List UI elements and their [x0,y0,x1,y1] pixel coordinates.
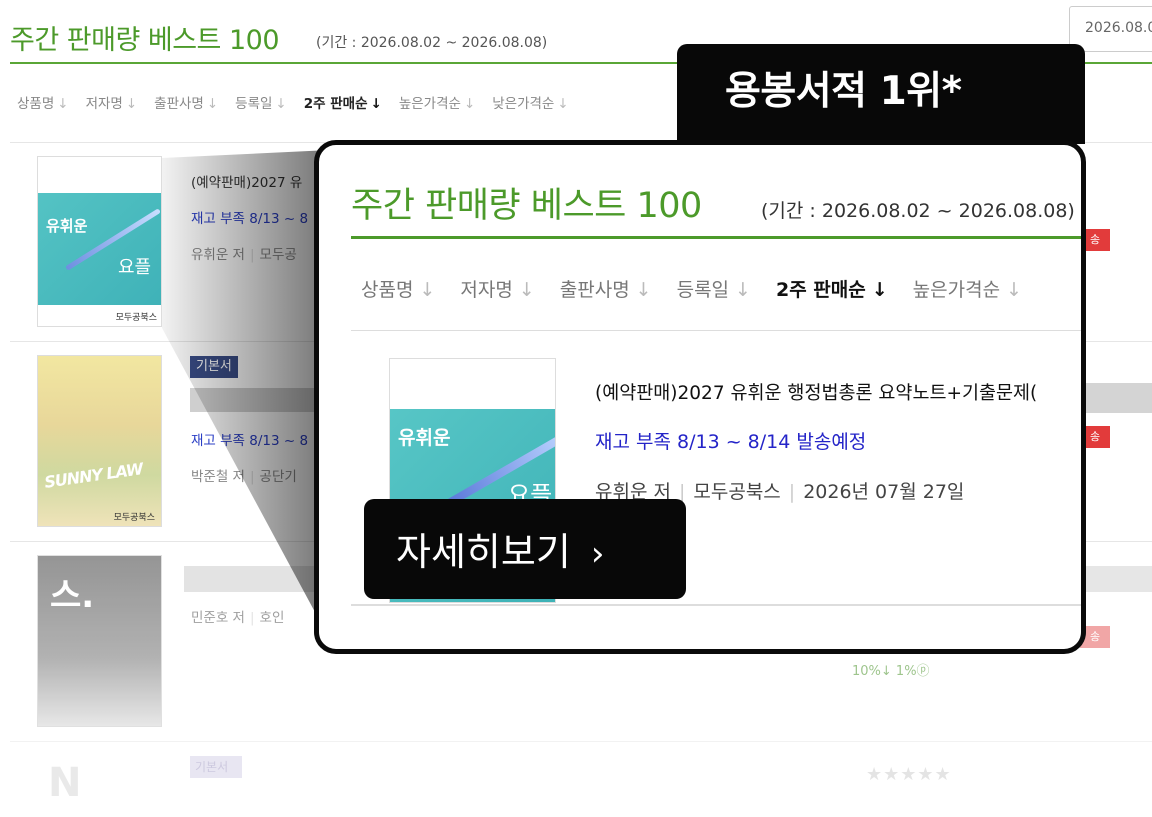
sort-option-publisher[interactable]: 출판사명 ↓ [560,275,652,302]
blurred-title [184,566,324,592]
zoom-divider [351,236,1081,239]
sort-option-title[interactable]: 상품명 ↓ [17,92,69,112]
book-title-1[interactable]: (예약판매)2027 유 [191,171,302,191]
sort-option-author[interactable]: 저자명 ↓ [460,275,534,302]
book-cover-2[interactable]: SUNNY LAW 모두공북스 [37,355,162,527]
sort-option-date[interactable]: 등록일 ↓ [677,275,751,302]
sort-option-publisher[interactable]: 출판사명 ↓ [154,92,218,112]
zoom-stock-status: 재고 부족 8/13 ~ 8/14 발송예정 [595,431,867,453]
sort-option-title[interactable]: 상품명 ↓ [361,275,435,302]
discount-text: 10%↓ 1%ⓟ [852,664,930,679]
zoom-title: 주간 판매량 베스트 100 [351,186,702,226]
sort-option-date[interactable]: 등록일 ↓ [235,92,287,112]
detail-view-button[interactable]: 자세히보기 › [364,499,686,599]
sort-option-two-week-sales[interactable]: 2주 판매순 ↓ [304,92,382,112]
chevron-right-icon: › [590,534,605,574]
rating-stars: ★★★★★ [866,764,952,785]
sort-option-low-price[interactable]: 낮은가격순 ↓ [492,92,568,112]
row-divider [351,330,1081,331]
book-cover-3[interactable]: 스. [37,555,162,727]
category-tag: 기본서 [190,356,238,378]
sort-option-author[interactable]: 저자명 ↓ [86,92,138,112]
category-tag: 기본서 [190,756,242,778]
zoom-sort-bar: 상품명 ↓ 저자명 ↓ 출판사명 ↓ 등록일 ↓ 2주 판매순 ↓ 높은가격순 ↓ [361,275,1022,302]
book-meta-3: 민준호 저 | 호인 [191,610,285,626]
sort-option-high-price[interactable]: 높은가격순 ↓ [913,275,1022,302]
sort-option-two-week-sales[interactable]: 2주 판매순 ↓ [776,275,888,302]
blurred-bar [1086,383,1152,413]
row-divider [351,604,1081,606]
stock-status-1: 재고 부족 8/13 ~ 8 [191,211,309,227]
rank-callout: 용봉서적 1위* [677,44,1085,144]
zoom-card: 주간 판매량 베스트 100 (기간 : 2026.08.02 ~ 2026.0… [314,140,1086,654]
sort-option-high-price[interactable]: 높은가격순 ↓ [399,92,475,112]
zoom-period: (기간 : 2026.08.02 ~ 2026.08.08) [761,200,1075,222]
book-cover-4: N [48,760,82,806]
page-title: 주간 판매량 베스트 100 [10,25,280,56]
publish-date: 2026년 07월 27일 [803,481,965,503]
stock-status-2: 재고 부족 8/13 ~ 8 [191,433,309,449]
book-meta-1: 유휘운 저 | 모두공 [191,247,297,263]
period-text: (기간 : 2026.08.02 ~ 2026.08.08) [316,35,548,51]
book-meta-2: 박준철 저 | 공단기 [191,469,297,485]
row-divider [10,741,1152,742]
publisher: 모두공북스 [693,481,781,503]
zoom-product-title[interactable]: (예약판매)2027 유휘운 행정법총론 요약노트+기출문제( [595,379,1037,405]
date-select[interactable]: 2026.08.0 [1069,6,1152,52]
book-cover-1[interactable]: 유휘운 요플 모두공북스 [37,156,162,327]
blurred-bar [1086,566,1152,592]
blurred-title [190,388,315,412]
sort-bar: 상품명 ↓ 저자명 ↓ 출판사명 ↓ 등록일 ↓ 2주 판매순 ↓ 높은가격순 ↓ 낮은가격… [17,92,569,112]
